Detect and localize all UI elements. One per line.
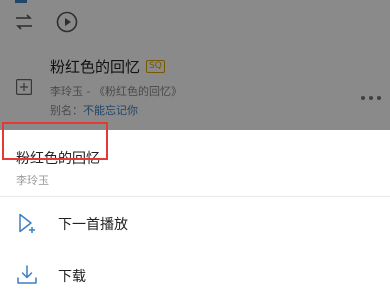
play-next-label: 下一首播放: [58, 217, 128, 233]
download-highlight-box: [2, 122, 108, 160]
play-next-button[interactable]: 下一首播放: [0, 198, 390, 250]
sheet-song-artist: 李玲玉: [16, 174, 49, 187]
download-button[interactable]: 下载: [0, 250, 390, 302]
sheet-divider: [0, 196, 390, 197]
download-label: 下载: [58, 269, 86, 285]
download-icon: [16, 264, 38, 286]
modal-overlay[interactable]: [0, 0, 390, 130]
play-next-icon: [16, 212, 38, 234]
